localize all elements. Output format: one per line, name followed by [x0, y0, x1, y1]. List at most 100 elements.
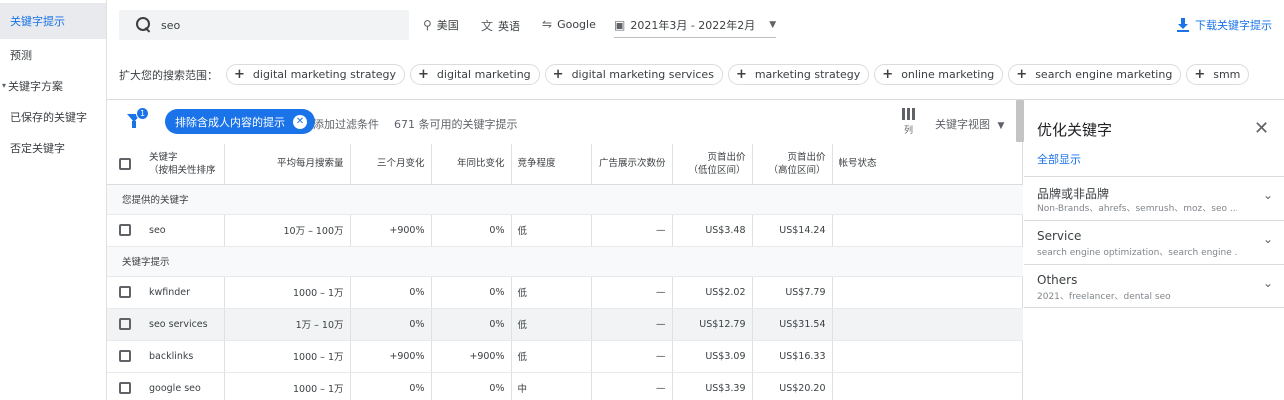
- avg-monthly-cell: 10万 – 100万: [224, 214, 351, 247]
- row-checkbox[interactable]: [119, 350, 131, 362]
- broaden-search-bar: 扩大您的搜索范围： + digital marketing strategy + d…: [107, 50, 1284, 100]
- broaden-chip[interactable]: + digital marketing strategy: [226, 64, 406, 85]
- panel-title: 优化关键字: [1037, 121, 1113, 139]
- keyword-results: 1 排除含成人内容的提示 ✕ 添加过滤条件 671 条可用的关键字提示 列 关键…: [107, 100, 1023, 400]
- broaden-label: 扩大您的搜索范围：: [119, 68, 218, 82]
- bid-high-cell: US$7.79: [752, 276, 833, 309]
- broaden-chip[interactable]: + search engine marketing: [1008, 64, 1182, 85]
- nav-item-keyword-plans[interactable]: ▾ 关键字方案: [0, 70, 106, 101]
- refine-group-others[interactable]: Others 2021、freelancer、dental seo ⌄: [1024, 264, 1284, 308]
- download-button[interactable]: 下载关键字提示: [1177, 17, 1272, 33]
- broaden-chip[interactable]: + marketing strategy: [727, 64, 870, 85]
- col-three-month[interactable]: 三个月变化: [350, 144, 432, 185]
- col-bid-low[interactable]: 页首出价 （低位区间）: [672, 144, 753, 185]
- plus-icon: +: [234, 67, 245, 82]
- broaden-chip[interactable]: + smm: [1186, 64, 1250, 85]
- chip-label: smm: [1213, 68, 1241, 81]
- location-selector[interactable]: ⚲ 美国: [423, 17, 459, 33]
- row-checkbox[interactable]: [119, 318, 131, 330]
- row-checkbox[interactable]: [119, 224, 131, 236]
- filter-count-badge: 1: [136, 107, 149, 120]
- bid-high-cell: US$14.24: [752, 214, 833, 247]
- section-label: 您提供的关键字: [107, 184, 1023, 215]
- close-icon[interactable]: ✕: [1254, 118, 1269, 139]
- keyword-cell: seo: [143, 214, 225, 247]
- row-checkbox[interactable]: [119, 286, 131, 298]
- col-account-status[interactable]: 帐号状态: [832, 144, 1023, 185]
- location-pin-icon: ⚲: [423, 18, 432, 32]
- filter-bar: 1 排除含成人内容的提示 ✕ 添加过滤条件 671 条可用的关键字提示 列 关键…: [107, 100, 1023, 144]
- refine-group-brand[interactable]: 品牌或非品牌 Non-Brands、ahrefs、semrush、moz、seo…: [1024, 176, 1284, 220]
- table-row[interactable]: backlinks 1000 – 1万 +900% +900% 低 — US$3…: [107, 340, 1023, 373]
- close-icon[interactable]: ✕: [293, 114, 307, 129]
- bid-high-cell: US$16.33: [752, 340, 833, 373]
- competition-cell: 低: [511, 214, 592, 247]
- nav-item-forecast[interactable]: 预测: [0, 39, 106, 70]
- download-label: 下载关键字提示: [1195, 19, 1272, 32]
- ad-impr-cell: —: [591, 308, 673, 341]
- broaden-chip[interactable]: + online marketing: [874, 64, 1004, 85]
- vertical-scrollbar[interactable]: [1016, 100, 1024, 142]
- broaden-chip[interactable]: + digital marketing: [410, 64, 540, 85]
- nav-item-saved-keywords[interactable]: 已保存的关键字: [0, 101, 106, 132]
- group-title: Service: [1037, 229, 1082, 243]
- left-nav: 关键字提示 预测 ▾ 关键字方案 已保存的关键字 否定关键字: [0, 0, 107, 400]
- keyword-cell: kwfinder: [143, 276, 225, 309]
- col-yoy[interactable]: 年同比变化: [431, 144, 512, 185]
- columns-label: 列: [903, 126, 913, 136]
- col-bid-high[interactable]: 页首出价 （高位区间）: [752, 144, 833, 185]
- nav-item-keyword-ideas[interactable]: 关键字提示: [0, 3, 106, 39]
- keyword-cell: backlinks: [143, 340, 225, 373]
- col-keyword[interactable]: 关键字 （按相关性排序: [143, 144, 225, 185]
- refine-group-service[interactable]: Service search engine optimization、searc…: [1024, 220, 1284, 264]
- broaden-chip[interactable]: + digital marketing services: [544, 64, 723, 85]
- top-bar: ⚲ 美国 文 英语 ⇋ Google ▣ 2021年3月 - 2022年2月 ▼…: [107, 0, 1284, 50]
- plus-icon: +: [552, 67, 564, 82]
- calendar-icon: ▣: [614, 18, 626, 32]
- avg-monthly-cell: 1000 – 1万: [224, 340, 351, 373]
- table-row[interactable]: google seo 1000 – 1万 0% 0% 中 — US$3.39 U…: [107, 372, 1023, 400]
- keyword-cell: google seo: [143, 372, 225, 400]
- bid-low-cell: US$3.39: [672, 372, 753, 400]
- chip-label: search engine marketing: [1035, 68, 1173, 81]
- bid-high-cell: US$20.20: [752, 372, 833, 400]
- search-box[interactable]: [119, 10, 409, 40]
- col-competition[interactable]: 竞争程度: [511, 144, 592, 185]
- table-row[interactable]: kwfinder 1000 – 1万 0% 0% 低 — US$2.02 US$…: [107, 276, 1023, 309]
- add-filter-button[interactable]: 添加过滤条件: [313, 116, 379, 132]
- avg-monthly-cell: 1000 – 1万: [224, 276, 351, 309]
- competition-cell: 低: [511, 308, 592, 341]
- chip-label: digital marketing services: [571, 68, 714, 81]
- col-ad-impression-share[interactable]: 广告展示次数份: [591, 144, 673, 185]
- language-selector[interactable]: 文 英语: [481, 17, 520, 34]
- network-icon: ⇋: [542, 17, 553, 31]
- table-row[interactable]: seo 10万 – 100万 +900% 0% 低 — US$3.48 US$1…: [107, 214, 1023, 247]
- active-filter-chip[interactable]: 排除含成人内容的提示 ✕: [165, 109, 315, 134]
- show-all-link[interactable]: 全部显示: [1037, 151, 1081, 167]
- col-avg-monthly[interactable]: 平均每月搜索量: [224, 144, 351, 185]
- three-month-cell: 0%: [350, 372, 432, 400]
- ad-impr-cell: —: [591, 214, 673, 247]
- three-month-cell: +900%: [350, 214, 432, 247]
- group-summary: 2021、freelancer、dental seo: [1037, 292, 1171, 302]
- row-checkbox[interactable]: [119, 382, 131, 394]
- language-label: 英语: [498, 19, 521, 33]
- yoy-cell: 0%: [431, 276, 512, 309]
- table-header-row: 关键字 （按相关性排序 平均每月搜索量 三个月变化 年同比变化 竞争程度 广告展示…: [107, 144, 1023, 185]
- keyword-view-dropdown[interactable]: 关键字视图 ▼: [935, 116, 1004, 132]
- search-input[interactable]: [161, 18, 381, 32]
- group-summary: Non-Brands、ahrefs、semrush、moz、seo ...: [1037, 204, 1237, 214]
- search-icon: [135, 16, 153, 34]
- active-filter-label: 排除含成人内容的提示: [175, 115, 285, 129]
- keyword-cell: seo services: [143, 308, 225, 341]
- select-all-checkbox[interactable]: [119, 157, 131, 170]
- nav-item-label: 预测: [10, 48, 32, 62]
- table-row[interactable]: seo services 1万 – 10万 0% 0% 低 — US$12.79…: [107, 308, 1023, 341]
- date-range-selector[interactable]: ▣ 2021年3月 - 2022年2月 ▼: [614, 17, 777, 38]
- network-selector[interactable]: ⇋ Google: [542, 17, 596, 31]
- competition-cell: 低: [511, 276, 592, 309]
- columns-button[interactable]: 列: [902, 108, 915, 136]
- refine-keywords-panel: 优化关键字 ✕ 全部显示 品牌或非品牌 Non-Brands、ahrefs、se…: [1024, 100, 1284, 400]
- chevron-down-icon: ⌄: [1263, 188, 1274, 202]
- nav-item-negative-keywords[interactable]: 否定关键字: [0, 132, 106, 163]
